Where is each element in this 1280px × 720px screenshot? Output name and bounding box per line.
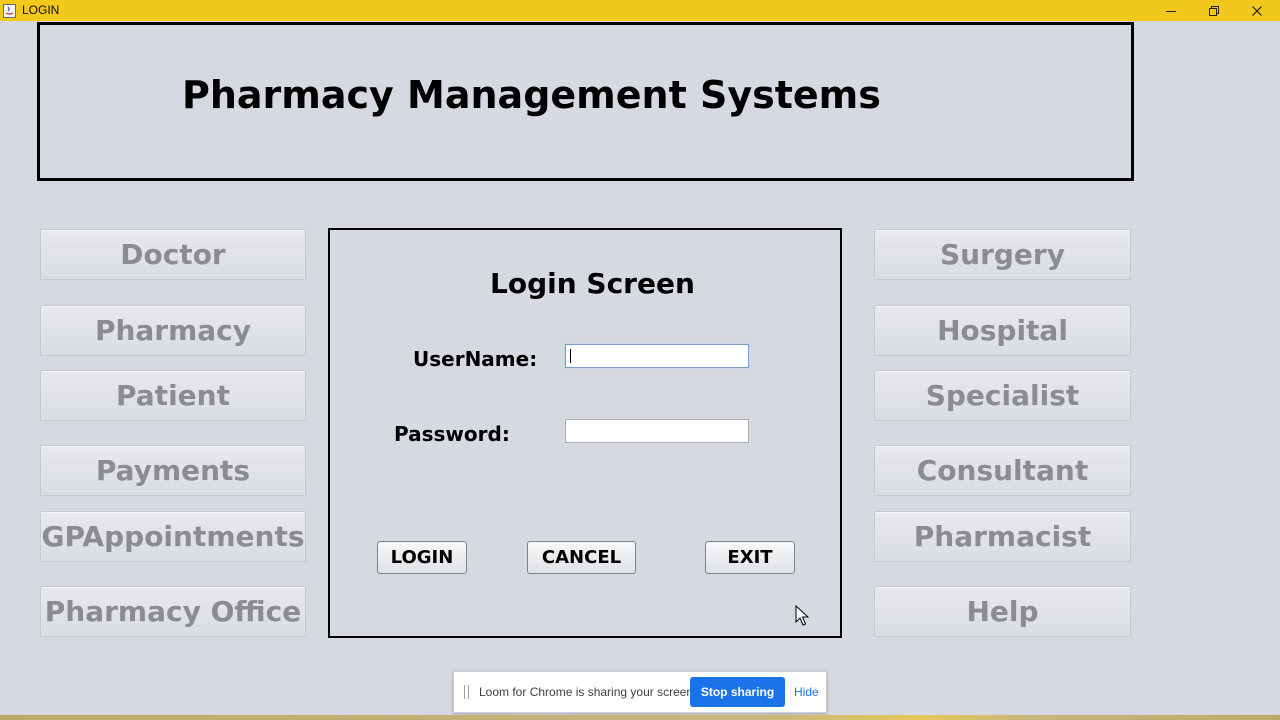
surgery-button[interactable]: Surgery: [874, 229, 1131, 280]
restore-icon: [1209, 5, 1219, 16]
mouse-cursor-icon: [795, 604, 810, 631]
restore-button[interactable]: [1192, 0, 1236, 21]
specialist-button[interactable]: Specialist: [874, 370, 1131, 421]
exit-button[interactable]: EXIT: [705, 541, 795, 574]
screen-share-bar: Loom for Chrome is sharing your screen. …: [453, 671, 827, 713]
username-label: UserName:: [413, 347, 538, 371]
stop-sharing-button[interactable]: Stop sharing: [690, 677, 785, 707]
login-title: Login Screen: [490, 267, 695, 300]
java-app-icon: [3, 3, 16, 18]
header-panel: Pharmacy Management Systems: [37, 22, 1134, 181]
close-icon: [1252, 5, 1262, 16]
login-button[interactable]: LOGIN: [377, 541, 467, 574]
pharmacist-button[interactable]: Pharmacist: [874, 511, 1131, 562]
doctor-button[interactable]: Doctor: [40, 229, 306, 280]
consultant-button[interactable]: Consultant: [874, 445, 1131, 496]
close-button[interactable]: [1235, 0, 1279, 21]
password-field[interactable]: [565, 419, 749, 443]
minimize-icon: [1166, 10, 1176, 12]
minimize-button[interactable]: [1149, 0, 1193, 21]
gp-appointments-button[interactable]: GPAppointments: [40, 511, 306, 562]
hospital-button[interactable]: Hospital: [874, 305, 1131, 356]
password-label: Password:: [394, 422, 510, 446]
app-title: Pharmacy Management Systems: [182, 73, 881, 117]
share-message: Loom for Chrome is sharing your screen.: [479, 685, 697, 699]
window-title: LOGIN: [22, 3, 60, 17]
login-panel: Login Screen UserName: Password: LOGIN C…: [328, 228, 842, 638]
pharmacy-office-button[interactable]: Pharmacy Office: [40, 586, 306, 637]
taskbar-edge: [0, 715, 1280, 720]
patient-button[interactable]: Patient: [40, 370, 306, 421]
hide-link[interactable]: Hide: [794, 685, 819, 699]
window-titlebar: LOGIN: [0, 0, 1280, 21]
pharmacy-button[interactable]: Pharmacy: [40, 305, 306, 356]
payments-button[interactable]: Payments: [40, 445, 306, 496]
text-caret: [570, 349, 571, 363]
help-button[interactable]: Help: [874, 586, 1131, 637]
cancel-button[interactable]: CANCEL: [527, 541, 636, 574]
username-field[interactable]: [565, 344, 749, 368]
drag-handle-icon[interactable]: [464, 685, 469, 699]
